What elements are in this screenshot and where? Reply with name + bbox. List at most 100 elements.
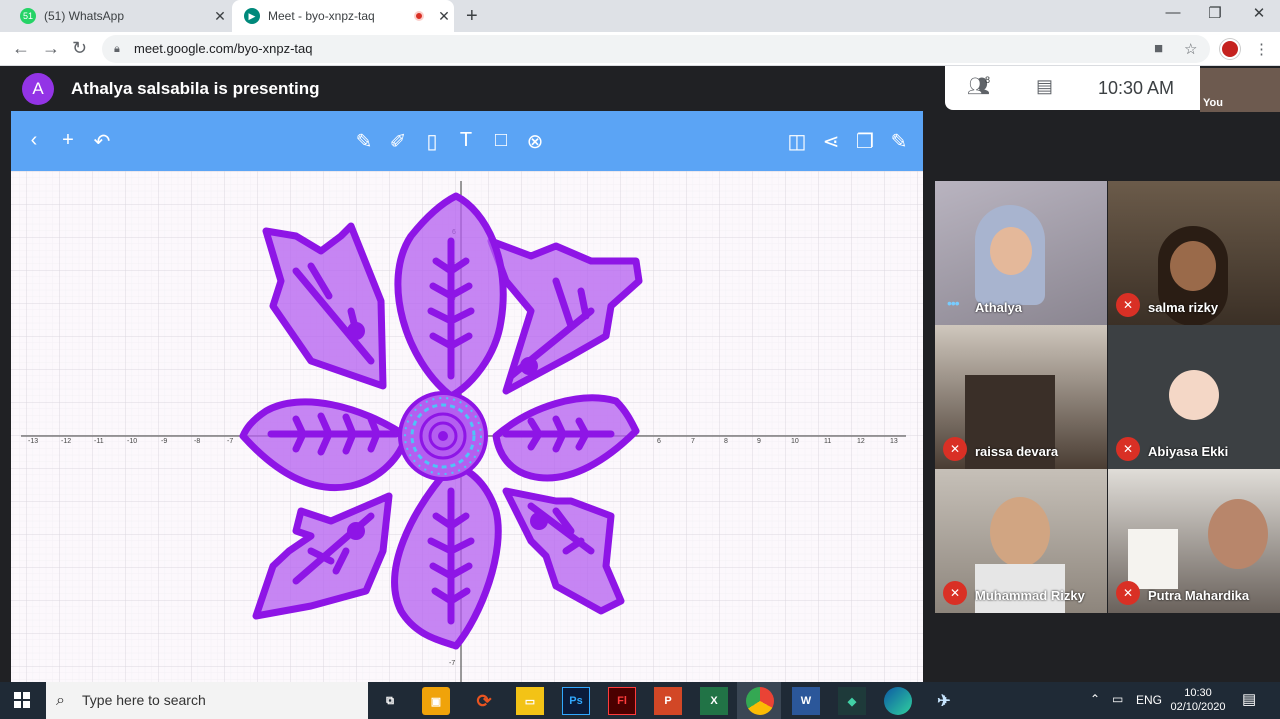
participant-face: [990, 497, 1050, 567]
app-icon[interactable]: ◆: [838, 687, 866, 715]
participant-face: [1208, 499, 1268, 569]
profile-avatar[interactable]: [1220, 39, 1240, 59]
word-icon[interactable]: W: [792, 687, 820, 715]
back-icon[interactable]: ←: [12, 38, 30, 59]
edge-icon[interactable]: [884, 687, 912, 715]
app-icon[interactable]: ✈: [930, 687, 958, 715]
participant-tile[interactable]: ✕ Abiyasa Ekki: [1108, 325, 1280, 469]
x-tick: 12: [857, 438, 865, 445]
back-arrow-icon[interactable]: ‹: [22, 129, 46, 152]
participant-tile[interactable]: ••• Athalya: [935, 181, 1107, 325]
menu-icon[interactable]: ⋮: [1254, 40, 1269, 58]
lock-icon: 🔒︎: [114, 43, 120, 55]
participant-tile[interactable]: ✕ Putra Mahardika: [1108, 469, 1280, 613]
photoshop-icon[interactable]: Ps: [562, 687, 590, 715]
battery-icon[interactable]: ▭: [1112, 692, 1123, 706]
y-tick: -7: [449, 660, 455, 667]
maximize-button[interactable]: ❐: [1192, 4, 1238, 22]
x-tick: 8: [724, 438, 728, 445]
windows-start-icon[interactable]: [14, 692, 30, 708]
close-icon[interactable]: ✕: [210, 8, 230, 25]
participant-tile[interactable]: ✕ salma rizky: [1108, 181, 1280, 325]
participant-avatar: [1169, 370, 1219, 420]
star-icon[interactable]: ☆: [1184, 40, 1197, 58]
participant-tile[interactable]: ✕ Muhammad Rizky: [935, 469, 1107, 613]
taskbar-clock[interactable]: 10:30 02/10/2020: [1164, 686, 1232, 714]
windows-taskbar: ⌕ Type here to search ⧉ ▣ ⟳ ▭ Ps Fl P X …: [0, 682, 1280, 719]
mic-off-icon: ✕: [1116, 293, 1140, 317]
browser-toolbar: ← → ↻ 🔒︎ meet.google.com/byo-xnpz-taq ■ …: [0, 32, 1280, 66]
task-view-icon[interactable]: ⧉: [376, 687, 404, 715]
participant-name: salma rizky: [1148, 300, 1219, 315]
mic-off-icon: ✕: [1116, 581, 1140, 605]
participant-name: Putra Mahardika: [1148, 588, 1250, 603]
taskbar-search[interactable]: ⌕ Type here to search: [46, 682, 368, 719]
presenter-bar: A Athalya salsabila is presenting: [22, 73, 319, 105]
presentation-screen: ‹ + ↶ ✎ ✐ ▯ T □ ⊗ ◫ ⋖ ❐ ✎ -13 -12 -11 -1…: [11, 111, 923, 682]
recording-icon: [414, 11, 424, 21]
x-tick: 6: [657, 438, 661, 445]
marker-icon[interactable]: ✐: [386, 129, 410, 154]
tab-whatsapp[interactable]: 51 (51) WhatsApp ✕: [8, 0, 230, 32]
language-indicator[interactable]: ENG: [1136, 693, 1162, 707]
settings-icon[interactable]: ✎: [887, 129, 911, 154]
participant-tile[interactable]: ✕ raissa devara: [935, 325, 1107, 469]
mic-off-icon: ✕: [1116, 437, 1140, 461]
tab-meet[interactable]: ▶ Meet - byo-xnpz-taq ✕: [232, 0, 454, 32]
undo-icon[interactable]: ↶: [90, 129, 114, 154]
reload-icon[interactable]: ↻: [72, 38, 87, 59]
participant-name: raissa devara: [975, 444, 1059, 459]
excel-icon[interactable]: X: [700, 687, 728, 715]
participant-video: [1128, 529, 1178, 589]
x-tick: -7: [227, 438, 233, 445]
close-window-button[interactable]: ✕: [1236, 4, 1280, 22]
minimize-button[interactable]: —: [1150, 4, 1196, 21]
chrome-icon[interactable]: [746, 687, 774, 715]
mic-off-icon: ✕: [943, 437, 967, 461]
notification-icon[interactable]: ▤: [1242, 690, 1256, 708]
meeting-time: 10:30 AM: [1098, 78, 1175, 98]
x-tick: 10: [791, 438, 799, 445]
flower-center: [398, 391, 488, 481]
app-icon[interactable]: ⟳: [470, 687, 498, 715]
camera-icon[interactable]: ■: [1154, 40, 1163, 57]
search-icon: ⌕: [56, 692, 65, 709]
speaking-indicator: •••: [947, 295, 960, 311]
layers-icon[interactable]: ◫: [785, 129, 809, 154]
tray-chevron-icon[interactable]: ⌃: [1090, 692, 1100, 706]
presenter-text: Athalya salsabila is presenting: [71, 79, 320, 98]
graph-canvas: -13 -12 -11 -10 -9 -8 -7 6 7 8 9 10 11 1…: [11, 171, 923, 682]
meet-icon: ▶: [244, 8, 260, 24]
participant-name: Abiyasa Ekki: [1148, 444, 1229, 459]
close-icon[interactable]: ✕: [434, 8, 454, 25]
text-icon[interactable]: T: [454, 129, 478, 152]
x-tick: 7: [691, 438, 695, 445]
self-label: You: [1203, 97, 1223, 109]
drawing-toolbar: ‹ + ↶ ✎ ✐ ▯ T □ ⊗ ◫ ⋖ ❐ ✎: [11, 111, 923, 171]
x-tick: -13: [28, 438, 38, 445]
file-explorer-icon[interactable]: ▭: [516, 687, 544, 715]
forward-icon[interactable]: →: [42, 38, 60, 59]
self-view[interactable]: You: [1200, 68, 1280, 112]
whatsapp-icon: 51: [20, 8, 36, 24]
powerpoint-icon[interactable]: P: [654, 687, 682, 715]
tab-title: (51) WhatsApp: [44, 9, 125, 23]
store-icon[interactable]: ▣: [422, 687, 450, 715]
chat-icon[interactable]: ▤: [1036, 76, 1053, 97]
eraser-icon[interactable]: ⊗: [523, 129, 547, 154]
new-tab-button[interactable]: +: [466, 5, 478, 28]
x-tick: -10: [127, 438, 137, 445]
add-icon[interactable]: +: [56, 129, 80, 152]
share-icon[interactable]: ⋖: [819, 129, 843, 154]
participant-name: Athalya: [975, 300, 1022, 315]
address-bar[interactable]: 🔒︎ meet.google.com/byo-xnpz-taq: [102, 35, 1210, 63]
url-text: meet.google.com/byo-xnpz-taq: [134, 41, 313, 56]
highlighter-icon[interactable]: ▯: [420, 129, 444, 154]
flash-icon[interactable]: Fl: [608, 687, 636, 715]
participant-face: [990, 227, 1032, 275]
pen-icon[interactable]: ✎: [352, 129, 376, 154]
x-tick: 9: [757, 438, 761, 445]
meeting-info-card: 👥︎ 8 ▤ 10:30 AM: [945, 66, 1200, 110]
copy-icon[interactable]: ❐: [853, 129, 877, 154]
shape-icon[interactable]: □: [489, 129, 513, 152]
